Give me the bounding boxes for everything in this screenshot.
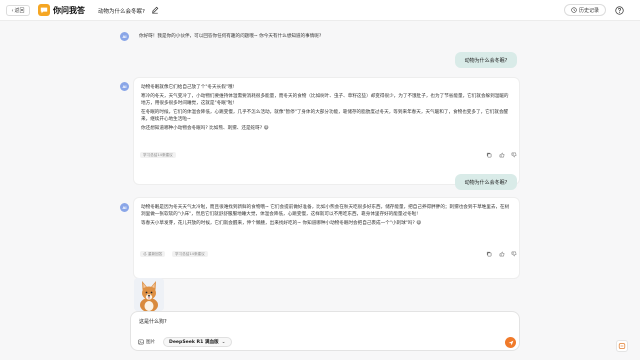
conversation-title: 动物为什么会冬眠? [98, 8, 145, 15]
thumbs-up-icon[interactable] [498, 151, 505, 158]
chevron-left-icon: ‹ [11, 7, 14, 14]
regenerate-button[interactable]: 重新回答 [140, 251, 166, 257]
thumbs-down-icon[interactable] [510, 250, 517, 257]
chat-area: AI 你好呀！我是你的小伙伴，可以回答你任何有趣的问题哦~ 你今天有什么想知道的… [0, 21, 640, 360]
user-message: 动物为什么会冬眠? [455, 52, 517, 68]
assistant-shortcut-icon[interactable] [616, 340, 628, 352]
image-label: 图片 [146, 340, 156, 345]
chat-bubble-icon [40, 7, 48, 14]
answer-paragraph: 等春天小草发芽，花儿开放的时候，它们就会醒来，伸个懒腰，出来找好吃的~ 你知道哪… [141, 221, 422, 226]
corgi-image [134, 278, 164, 311]
history-label: 历史记录 [578, 7, 599, 14]
answer-paragraph: 动物冬眠就像它们给自己放了个"冬天长假"哦! [141, 85, 235, 90]
back-label: 返回 [14, 8, 25, 14]
answer-paragraph: 寒冷的冬天，天气变冷了，小动物们要维持体温需要消耗很多能量，而冬天的食物（比如树… [141, 94, 509, 106]
help-icon[interactable] [613, 4, 625, 16]
copy-icon[interactable] [485, 250, 492, 257]
answer-paragraph: 在冬眠的时候，它们的体温会降低，心跳变慢，几乎不怎么活动，就像"暂停"了身体的大… [141, 110, 509, 122]
thumbs-down-icon[interactable] [510, 151, 517, 158]
app-title: 你问我答 [53, 6, 85, 15]
copy-icon[interactable] [485, 151, 492, 158]
attached-image-thumbnail[interactable] [134, 278, 164, 311]
clock-icon [571, 7, 577, 13]
thumbs-up-icon[interactable] [498, 250, 505, 257]
refresh-icon [143, 252, 147, 256]
send-button[interactable] [505, 337, 516, 348]
app-logo [38, 4, 50, 16]
message-input[interactable]: 这是什么狗? [139, 318, 167, 325]
assistant-answer-card: 动物冬眠是因为冬天天气太冷啦，而且很难找到新鲜的食物哦~ 它们会提前做好准备，比… [133, 197, 520, 279]
model-selector[interactable]: DeepSeek R1 满血版 ⌄ [163, 337, 232, 347]
user-message: 动物为什么会冬眠? [455, 174, 517, 190]
image-icon [138, 339, 144, 345]
model-label: DeepSeek R1 满血版 [169, 340, 219, 345]
answer-paragraph: 你还想知道哪种小动物会冬眠吗? 比如熊、刺猬、还是蛇呀? 😄 [141, 126, 269, 131]
suggestion-tag[interactable]: 学习总结14条建议 [140, 152, 176, 158]
message-input-box[interactable]: 这是什么狗? 图片 DeepSeek R1 满血版 ⌄ [130, 311, 520, 351]
assistant-avatar: AI [120, 32, 129, 41]
assistant-avatar: AI [120, 82, 129, 91]
assistant-avatar: AI [120, 203, 129, 212]
chevron-down-icon: ⌄ [221, 339, 226, 345]
history-button[interactable]: 历史记录 [564, 4, 606, 16]
answer-paragraph: 动物冬眠是因为冬天天气太冷啦，而且很难找到新鲜的食物哦~ 它们会提前做好准备，比… [141, 205, 510, 217]
regenerate-label: 重新回答 [148, 252, 163, 256]
back-button[interactable]: ‹ 返回 [6, 5, 30, 16]
top-bar: ‹ 返回 你问我答 动物为什么会冬眠? 历史记录 [0, 0, 640, 21]
edit-icon[interactable] [150, 5, 160, 15]
suggestion-tag[interactable]: 学习总结14条建议 [172, 251, 208, 257]
image-upload-button[interactable]: 图片 [138, 339, 155, 345]
send-icon [508, 340, 513, 345]
greeting-message: 你好呀！我是你的小伙伴，可以回答你任何有趣的问题哦~ 你今天有什么想知道的事情呢… [139, 34, 322, 39]
assistant-answer-card: 动物冬眠就像它们给自己放了个"冬天长假"哦! 寒冷的冬天，天气变冷了，小动物们要… [133, 77, 520, 185]
